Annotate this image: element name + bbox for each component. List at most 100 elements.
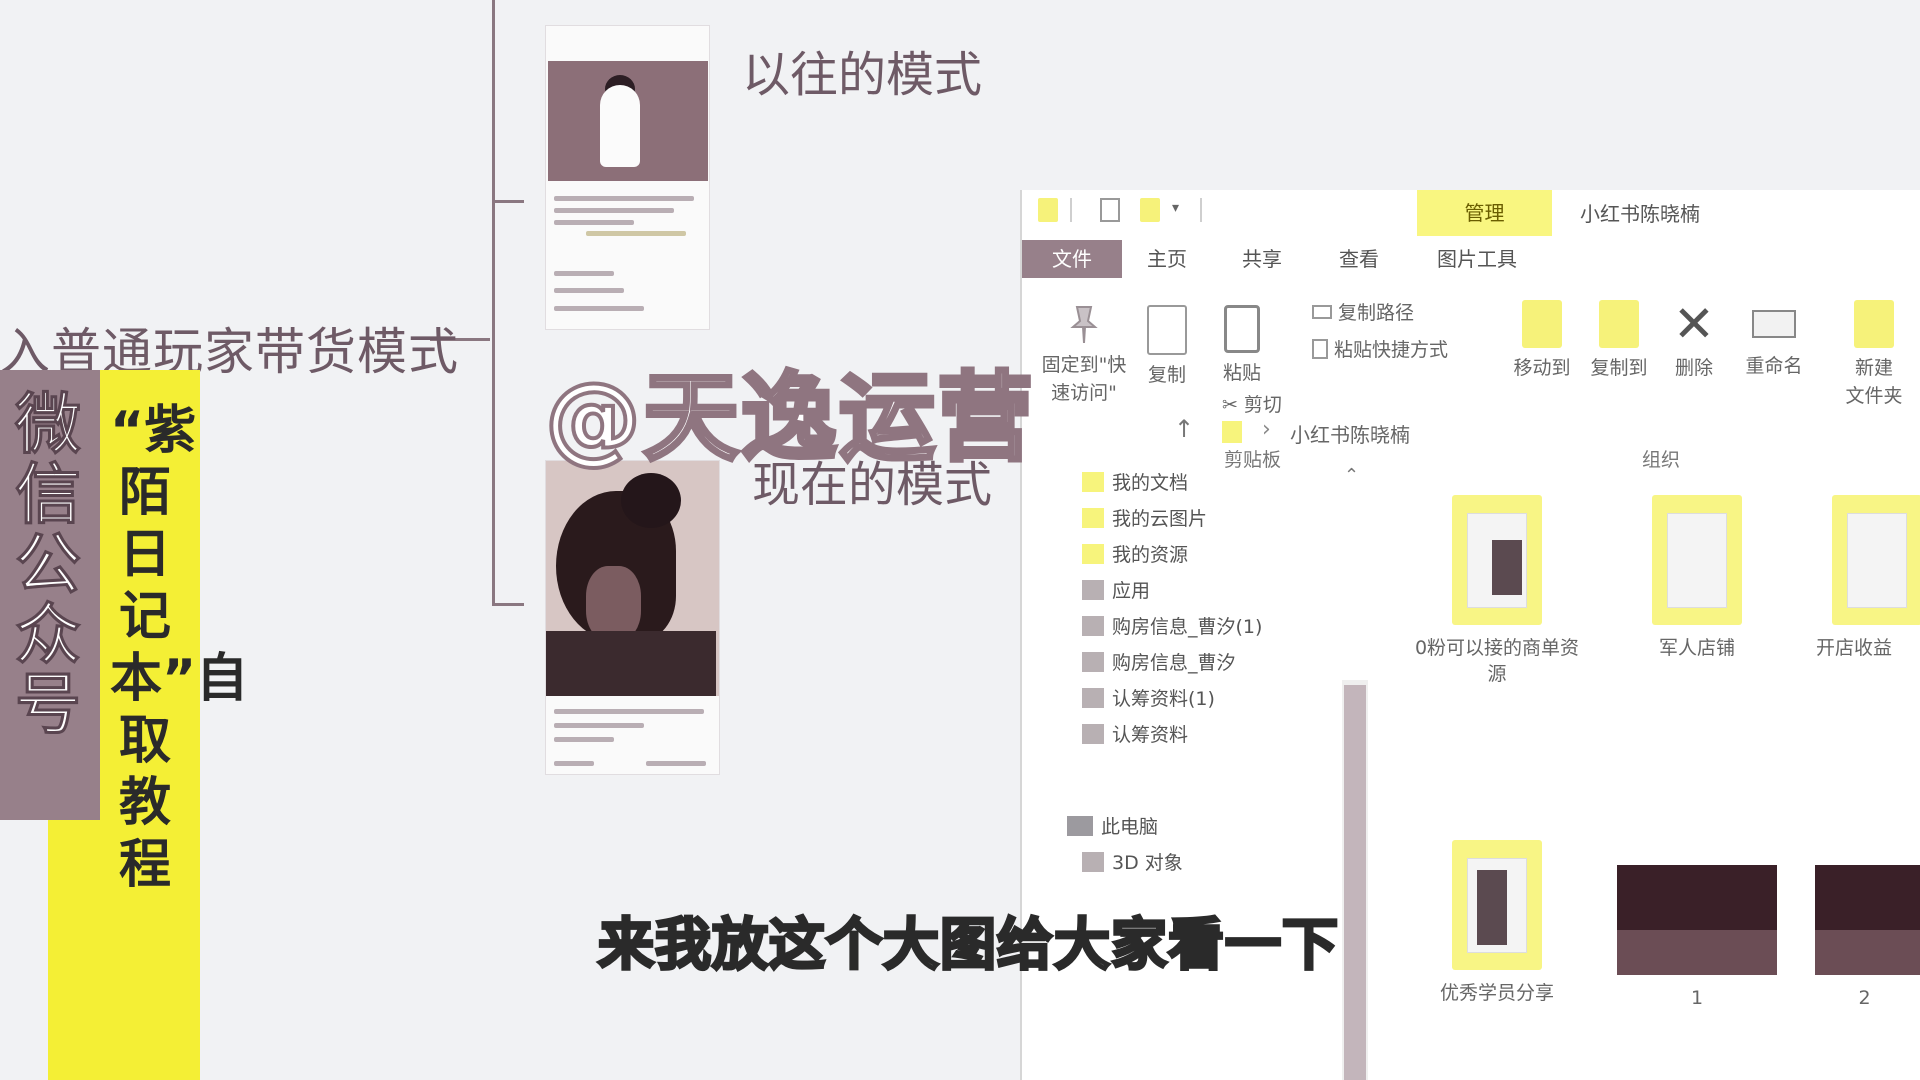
move-to-button[interactable]: 移动到: [1507, 300, 1577, 382]
copy-to-icon: [1599, 300, 1639, 348]
nav-item-3d-objects[interactable]: 3D 对象: [1082, 848, 1183, 878]
nav-item-apps[interactable]: 应用: [1082, 576, 1150, 606]
file-item-folder[interactable]: 优秀学员分享: [1412, 840, 1582, 1006]
paste-shortcut-icon: [1312, 339, 1328, 359]
nav-item-my-cloud-pictures[interactable]: 我的云图片: [1082, 504, 1207, 534]
old-post-photo: [548, 61, 708, 181]
paste-shortcut-label: 粘贴快捷方式: [1334, 339, 1449, 361]
tab-file[interactable]: 文件: [1022, 240, 1122, 278]
tab-manage[interactable]: 管理: [1417, 190, 1552, 236]
mindmap-trunk: [492, 0, 495, 605]
nav-item-this-pc[interactable]: 此电脑: [1067, 812, 1158, 842]
file-item-image[interactable]: 2: [1807, 840, 1920, 1011]
rename-icon: [1752, 310, 1796, 338]
nav-scrollbar-thumb[interactable]: [1344, 685, 1366, 1080]
quick-access-new-folder-icon[interactable]: [1140, 198, 1160, 222]
new-folder-label: 新建 文件夹: [1845, 357, 1903, 407]
folder-icon: [1082, 652, 1104, 672]
mindmap-node-old-mode: 以往的模式: [742, 47, 983, 103]
paste-button[interactable]: 粘贴: [1212, 305, 1272, 387]
pin-to-quick-access-button[interactable]: 固定到"快速访问": [1034, 305, 1134, 407]
computer-icon: [1067, 816, 1093, 836]
mindmap-branch-bottom: [492, 603, 524, 606]
toolbar-separator: [1070, 198, 1072, 222]
tab-home[interactable]: 主页: [1127, 240, 1207, 278]
tab-share[interactable]: 共享: [1222, 240, 1302, 278]
delete-button[interactable]: ✕ 删除: [1664, 299, 1724, 382]
nav-item-label: 购房信息_曹汐(1): [1112, 616, 1263, 638]
folder-thumbnail-icon: [1452, 840, 1542, 970]
nav-item-label: 此电脑: [1101, 816, 1159, 838]
old-post-thumbnail: [545, 25, 710, 330]
video-subtitle: 来我放这个大图给大家看一下: [597, 912, 1340, 980]
folder-icon: [1082, 724, 1104, 744]
nav-item-label: 认筹资料: [1112, 724, 1189, 746]
cut-button[interactable]: ✂ 剪切: [1222, 390, 1282, 417]
paste-icon: [1224, 305, 1260, 353]
new-folder-icon: [1854, 300, 1894, 348]
nav-item-my-resources[interactable]: 我的资源: [1082, 540, 1188, 570]
copy-to-label: 复制到: [1590, 357, 1648, 379]
nav-item-label: 应用: [1112, 580, 1151, 602]
file-item-label: 开店收益: [1816, 637, 1893, 659]
copy-button[interactable]: 复制: [1137, 305, 1197, 389]
rename-button[interactable]: 重命名: [1734, 300, 1814, 380]
copy-label: 复制: [1147, 364, 1186, 386]
paste-label: 粘贴: [1222, 362, 1261, 384]
nav-item-label: 3D 对象: [1112, 852, 1183, 874]
window-title: 小红书陈晓楠: [1580, 202, 1700, 226]
toolbar-separator: [1200, 198, 1202, 222]
nav-item-label: 我的文档: [1112, 472, 1189, 494]
move-to-icon: [1522, 300, 1562, 348]
pin-label: 固定到"快速访问": [1041, 354, 1127, 404]
title-bar: ▾ 管理 小红书陈晓楠: [1022, 190, 1920, 236]
copy-to-button[interactable]: 复制到: [1584, 300, 1654, 382]
copy-path-button[interactable]: 复制路径: [1312, 298, 1414, 325]
rename-label: 重命名: [1745, 355, 1803, 377]
copy-path-label: 复制路径: [1338, 302, 1415, 324]
nav-item-subscription-docs[interactable]: 认筹资料: [1082, 720, 1188, 750]
file-item-image[interactable]: 1: [1612, 840, 1782, 1011]
file-item-folder[interactable]: 0粉可以接的商单资源: [1412, 495, 1582, 687]
folder-thumbnail-icon: [1832, 495, 1920, 625]
cut-label: 剪切: [1243, 394, 1282, 416]
nav-collapse-chevron-icon[interactable]: ⌃: [1344, 465, 1359, 486]
up-arrow-icon[interactable]: ↑: [1174, 415, 1194, 443]
quick-access-properties-icon[interactable]: [1100, 198, 1120, 222]
paste-shortcut-button[interactable]: 粘贴快捷方式: [1312, 335, 1448, 362]
breadcrumb-separator: ›: [1262, 417, 1271, 442]
file-item-folder[interactable]: 军人店铺: [1612, 495, 1782, 661]
quick-access-dropdown-icon[interactable]: ▾: [1172, 200, 1192, 224]
folder-thumbnail-icon: [1452, 495, 1542, 625]
tab-picture-tools[interactable]: 图片工具: [1422, 240, 1532, 278]
file-item-label: 优秀学员分享: [1439, 982, 1554, 1004]
pin-icon: [1069, 305, 1099, 345]
nav-item-subscription-docs-1[interactable]: 认筹资料(1): [1082, 684, 1215, 714]
tab-view[interactable]: 查看: [1319, 240, 1399, 278]
quick-access-folder-icon[interactable]: [1038, 198, 1058, 222]
apps-grid-icon: [1082, 580, 1104, 600]
move-to-label: 移动到: [1513, 357, 1571, 379]
delete-label: 删除: [1674, 357, 1713, 379]
channel-watermark: @天逸运营: [543, 360, 1035, 476]
new-post-photo: [546, 461, 719, 696]
folder-thumbnail-icon: [1652, 495, 1742, 625]
folder-icon: [1082, 616, 1104, 636]
new-folder-button[interactable]: 新建 文件夹: [1834, 300, 1914, 410]
file-item-label: 军人店铺: [1658, 637, 1735, 659]
copy-path-icon: [1312, 305, 1332, 319]
mindmap-branch-top: [492, 200, 524, 203]
nav-item-label: 我的云图片: [1112, 508, 1208, 530]
nav-item-my-documents[interactable]: 我的文档: [1082, 468, 1188, 498]
nav-item-housing-info-1[interactable]: 购房信息_曹汐(1): [1082, 612, 1262, 642]
breadcrumb-current-folder[interactable]: 小红书陈晓楠: [1290, 419, 1410, 448]
file-item-folder[interactable]: 开店收益: [1812, 495, 1920, 661]
file-item-label: 0粉可以接的商单资源: [1414, 637, 1580, 685]
copy-icon: [1147, 305, 1187, 355]
folder-icon: [1082, 544, 1104, 564]
new-post-thumbnail: [545, 460, 720, 775]
nav-item-housing-info[interactable]: 购房信息_曹汐: [1082, 648, 1236, 678]
folder-icon: [1082, 508, 1104, 528]
file-item-label: 1: [1690, 987, 1704, 1009]
wechat-official-account-label: 微信公众号: [15, 386, 82, 743]
